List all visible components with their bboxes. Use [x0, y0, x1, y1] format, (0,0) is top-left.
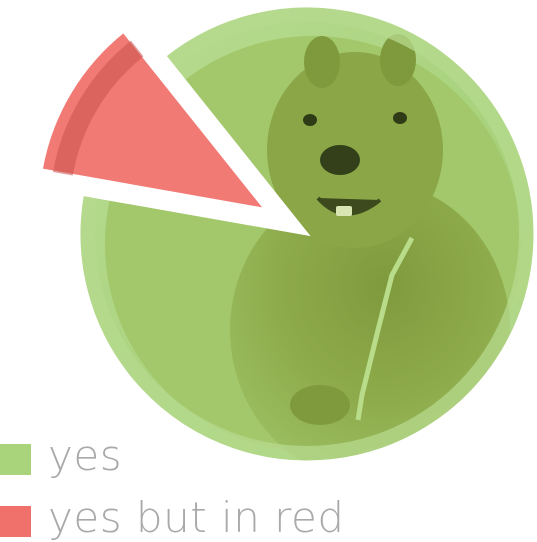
- pie-slices: [39, 4, 537, 464]
- legend-label-yes-but-in-red: yes but in red: [48, 493, 345, 542]
- legend-swatch-yes-but-in-red: [0, 506, 31, 537]
- legend-label-yes: yes: [48, 431, 123, 480]
- legend-swatch-yes: [0, 444, 31, 475]
- chart-canvas: yes yes but in red: [0, 0, 537, 542]
